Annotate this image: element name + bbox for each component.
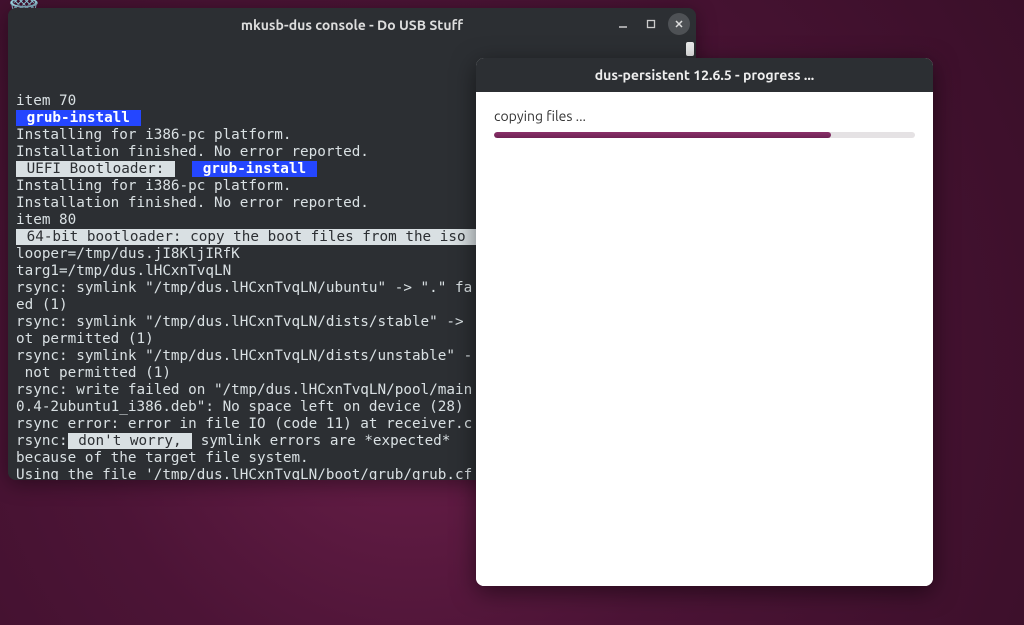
progress-label: copying files ...	[494, 108, 915, 124]
window-controls	[612, 13, 690, 35]
progress-body: copying files ...	[476, 92, 933, 586]
minimize-button[interactable]	[612, 13, 634, 35]
progress-titlebar[interactable]: dus-persistent 12.6.5 - progress ...	[476, 58, 933, 92]
console-scrollbar-thumb[interactable]	[686, 42, 694, 56]
close-icon	[674, 19, 684, 29]
console-title: mkusb-dus console - Do USB Stuff	[241, 17, 463, 33]
progress-window: dus-persistent 12.6.5 - progress ... cop…	[476, 58, 933, 586]
maximize-icon	[646, 19, 656, 29]
progress-title: dus-persistent 12.6.5 - progress ...	[595, 67, 814, 83]
maximize-button[interactable]	[640, 13, 662, 35]
minimize-icon	[618, 19, 628, 29]
close-button[interactable]	[668, 13, 690, 35]
console-titlebar[interactable]: mkusb-dus console - Do USB Stuff	[8, 8, 696, 42]
progress-bar	[494, 132, 915, 138]
progress-bar-fill	[494, 132, 831, 138]
